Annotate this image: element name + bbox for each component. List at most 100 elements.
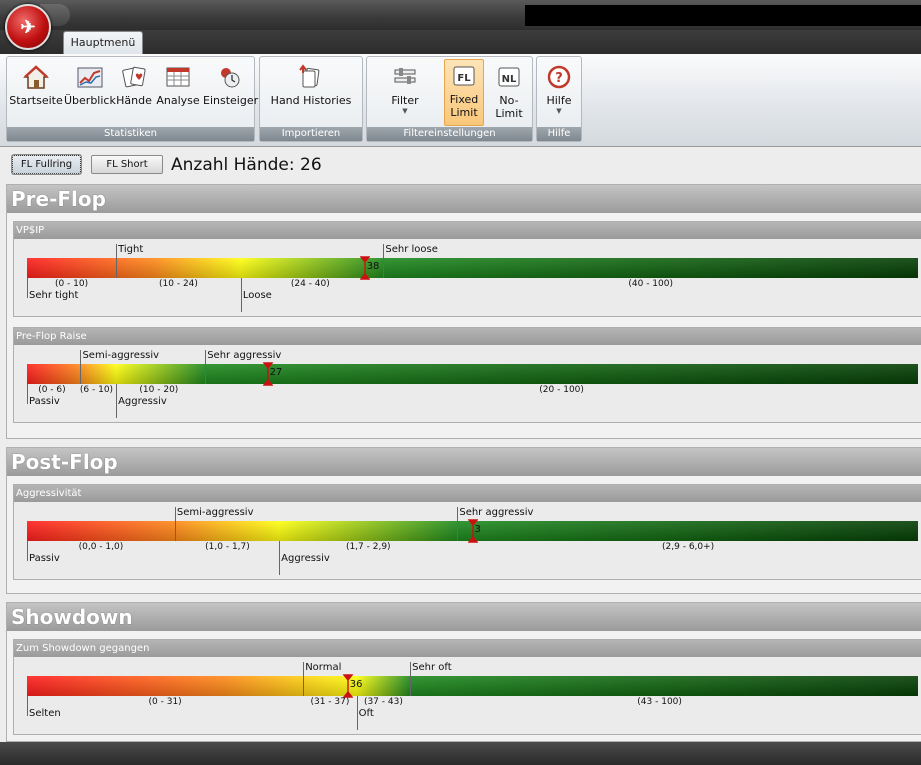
section-title-pre-flop: Pre-Flop [7,185,921,213]
range-label: (43 - 100) [637,697,682,707]
gauge-bar [27,364,918,384]
stat-vpip: VP$IP Tight Sehr loose Sehr tight Loose (0 -… [13,221,921,317]
category-boundary-tick [174,507,176,541]
app-menu-button[interactable]: ✈ [5,4,51,50]
section-pre-flop: Pre-Flop VP$IP Tight Sehr loose Sehr tight… [6,184,921,439]
stat-aggressivitaet: Aggressivität Semi-aggressiv Sehr aggress… [13,484,921,580]
stat-value: 38 [366,261,380,272]
hand-histories-button[interactable]: Hand Histories [262,61,360,123]
range-label: (0 - 6) [38,385,66,395]
no-limit-button[interactable]: NL No-Limit [487,61,531,123]
range-label: (0,0 - 1,0) [78,542,124,552]
stat-title: Pre-Flop Raise [14,328,921,345]
range-label: (0 - 10) [54,279,89,289]
gauge-bar [27,258,918,278]
analyse-label: Analyse [156,94,200,107]
svg-text:♥: ♥ [135,73,143,83]
stat-zum-showdown: Zum Showdown gegangen Normal Sehr oft Selt… [13,639,921,735]
hilfe-button[interactable]: ? Hilfe ▼ [539,61,579,123]
fixed-limit-label: Fixed [449,93,479,106]
group-label-filtereinstellungen: Filtereinstellungen [367,127,532,141]
category-label-bottom: Aggressiv [281,553,330,564]
fl-short-toggle[interactable]: FL Short [91,155,163,174]
svg-text:?: ? [555,71,563,86]
fl-fullring-toggle[interactable]: FL Fullring [11,154,82,175]
einsteiger-button[interactable]: Einsteiger [203,61,258,123]
fixed-limit-label-2: Limit [450,106,478,119]
ribbon: Startseite Überblick ♥ Hände Analyse Ein… [0,54,921,147]
cards-icon: ♥ [122,66,146,88]
category-boundary-tick [116,244,118,278]
filter-icon [394,68,416,84]
category-boundary-tick [240,278,242,312]
section-title-post-flop: Post-Flop [7,448,921,476]
beginner-icon [220,68,239,88]
table-icon [166,67,190,87]
category-label-top: Tight [118,244,144,255]
category-label-bottom: Passiv [29,396,60,407]
category-boundary-tick [279,541,281,575]
hilfe-label: Hilfe [546,94,572,107]
group-label-hilfe: Hilfe [537,127,581,141]
filter-button[interactable]: Filter ▼ [369,61,441,123]
category-label-top: Sehr loose [385,244,438,255]
category-boundary-tick [383,244,385,278]
category-label-top: Sehr oft [412,662,452,673]
no-limit-label: No-Limit [495,94,523,120]
haende-button[interactable]: ♥ Hände [116,61,152,123]
category-boundary-tick [457,507,459,541]
category-boundary-tick [27,541,28,561]
import-icon [299,64,320,88]
title-area [525,5,921,26]
gauge-bar [27,676,918,696]
range-label: (10 - 20) [139,385,179,395]
stat-pre-flop-raise: Pre-Flop Raise Semi-aggressiv Sehr aggres… [13,327,921,423]
category-label-bottom: Oft [358,708,374,719]
category-boundary-tick [410,662,412,696]
filter-dropdown-icon: ▼ [402,107,408,115]
app-logo-icon: ✈ [20,16,36,38]
group-label-statistiken: Statistiken [7,127,254,141]
stat-title: Zum Showdown gegangen [14,640,921,657]
category-label-top: Sehr aggressiv [207,350,282,361]
category-label-top: Semi-aggressiv [82,350,160,361]
range-label: (40 - 100) [628,279,673,289]
stats-panel[interactable]: FL Fullring FL Short Anzahl Hände: 26 Pr… [0,147,921,742]
stat-value: 3 [474,524,481,535]
ribbon-group-importieren: Hand Histories Importieren [259,56,363,142]
range-label: (31 - 37) [310,697,350,707]
group-label-importieren: Importieren [260,127,362,141]
help-icon: ? [547,65,571,89]
category-boundary-tick [27,696,28,716]
category-label-top: Normal [305,662,342,673]
category-boundary-tick [27,384,28,404]
hilfe-dropdown-icon: ▼ [556,107,562,115]
hand-histories-label: Hand Histories [270,94,352,107]
range-label: (6 - 10) [79,385,114,395]
haende-label: Hände [116,94,152,107]
fixed-limit-button[interactable]: FL Fixed Limit [444,59,484,126]
stat-value: 36 [349,679,363,690]
category-label-bottom: Passiv [29,553,60,564]
range-label: (2,9 - 6,0+) [662,542,715,552]
category-boundary-tick [205,350,207,384]
category-label-bottom: Aggressiv [118,396,167,407]
uberblick-button[interactable]: Überblick [64,61,116,123]
range-label: (1,0 - 1,7) [205,542,250,552]
fixed-limit-icon: FL [453,66,475,86]
stat-title: Aggressivität [14,485,921,502]
analyse-button[interactable]: Analyse [154,61,202,123]
status-bar [0,742,921,765]
ribbon-group-statistiken: Startseite Überblick ♥ Hände Analyse Ein… [6,56,258,142]
category-boundary-tick [27,278,28,298]
startseite-label: Startseite [9,94,63,107]
tab-hauptmenu[interactable]: Hauptmenü [63,31,143,54]
category-label-bottom: Selten [29,708,61,719]
filter-label: Filter [391,94,419,107]
category-boundary-tick [303,662,305,696]
startseite-button[interactable]: Startseite [9,61,63,123]
section-title-showdown: Showdown [7,603,921,631]
category-boundary-tick [80,350,82,384]
section-showdown: Showdown Zum Showdown gegangen Normal Seh… [6,602,921,742]
category-label-top: Semi-aggressiv [176,507,254,518]
